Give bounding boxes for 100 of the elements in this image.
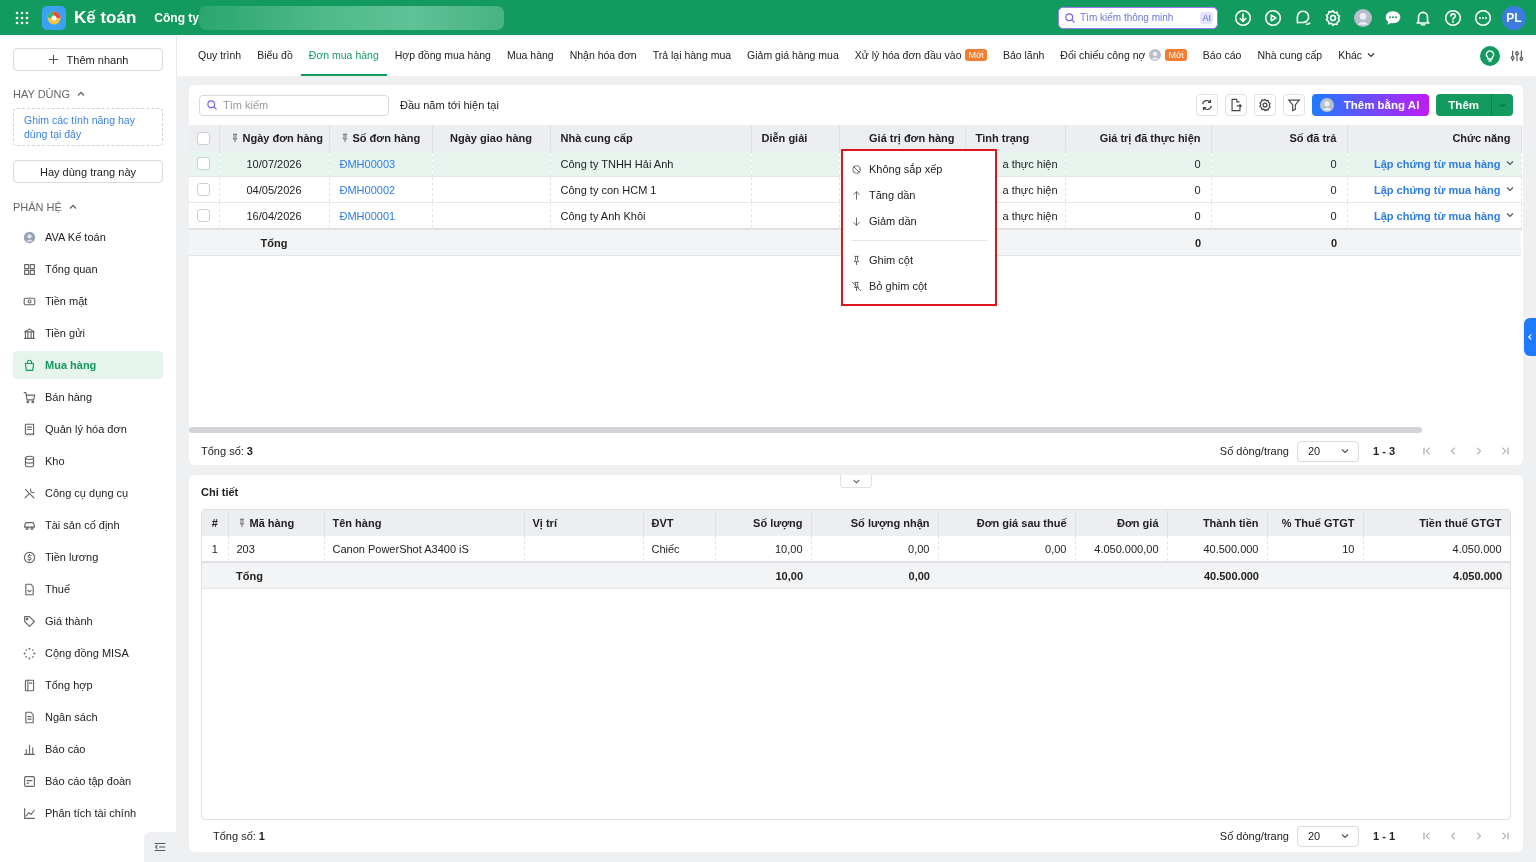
tab[interactable]: Mua hàng xyxy=(498,35,562,76)
create-voucher-link[interactable]: Lập chứng từ mua hàng xyxy=(1373,209,1501,222)
add-with-ai-button[interactable]: Thêm bằng AI xyxy=(1311,94,1430,116)
page-size-label: Số dòng/trang xyxy=(1219,445,1289,457)
first-page-icon[interactable] xyxy=(1421,445,1433,457)
nav-item[interactable]: Quản lý hóa đơn xyxy=(13,415,163,443)
message-icon[interactable] xyxy=(1384,8,1402,27)
order-status: a thực hiện xyxy=(1002,157,1058,170)
menu-item[interactable]: Tăng dần xyxy=(851,182,987,208)
expand-panel-button[interactable] xyxy=(1524,318,1536,356)
total-label: Tổng xyxy=(236,569,263,582)
search-field[interactable]: Tìm kiếm xyxy=(199,94,389,116)
settings-button[interactable] xyxy=(1253,94,1276,116)
tab[interactable]: Giảm giá hàng mua xyxy=(739,35,847,76)
collapse-icon[interactable] xyxy=(76,89,87,99)
first-page-icon[interactable] xyxy=(1421,830,1433,842)
collapse-icon[interactable] xyxy=(67,202,78,212)
tools-icon xyxy=(23,486,36,500)
apps-grid-icon[interactable] xyxy=(14,9,30,26)
receipt-icon xyxy=(23,422,36,436)
last-page-icon[interactable] xyxy=(1499,445,1511,457)
tab[interactable]: Nhà cung cấp xyxy=(1249,35,1331,76)
tab[interactable]: Đối chiếu công nợ Mới xyxy=(1052,35,1195,76)
row-checkbox[interactable] xyxy=(197,183,211,197)
page-size-select[interactable]: 20 xyxy=(1297,440,1359,462)
download-icon[interactable] xyxy=(1234,8,1252,27)
collapse-detail-button[interactable] xyxy=(840,475,872,488)
nav-item[interactable]: Tài sản cố định xyxy=(13,511,163,539)
search-icon xyxy=(1064,11,1076,24)
tab[interactable]: Nhận hóa đơn xyxy=(561,35,645,76)
tab[interactable]: Khác xyxy=(1330,35,1385,76)
vat-amount: 4.050.000 xyxy=(1452,542,1502,555)
avatar-icon[interactable] xyxy=(1354,8,1372,27)
refresh-button[interactable] xyxy=(1195,94,1218,116)
nav-item[interactable]: Cộng đồng MISA xyxy=(13,639,163,667)
item-code: 203 xyxy=(236,542,255,555)
menu-item[interactable]: Ghim cột xyxy=(851,247,987,273)
collapse-sidebar-button[interactable] xyxy=(144,832,176,862)
column-header[interactable]: Nhà cung cấp xyxy=(560,132,633,144)
add-button[interactable]: Thêm xyxy=(1436,94,1491,116)
vat-rate: 10 xyxy=(1342,542,1355,555)
sliders-icon[interactable] xyxy=(1510,48,1524,63)
chat-icon[interactable] xyxy=(1294,8,1312,27)
column-header[interactable]: Tên hàng xyxy=(332,517,382,529)
order-number-link[interactable]: ĐMH00002 xyxy=(339,183,396,196)
tab[interactable]: Bảo lãnh xyxy=(994,35,1053,76)
book-icon xyxy=(23,678,36,692)
nav-item[interactable]: Báo cáo tập đoàn xyxy=(13,767,163,795)
row-checkbox[interactable] xyxy=(197,157,211,171)
nav-item[interactable]: Thuế xyxy=(13,575,163,603)
nav-item[interactable]: Tổng quan xyxy=(13,255,163,283)
menu-item[interactable]: Giảm dần xyxy=(851,208,987,234)
amount: 40.500.000 xyxy=(1203,542,1259,555)
export-button[interactable] xyxy=(1224,94,1247,116)
nav-item[interactable]: Kho xyxy=(13,447,163,475)
row-checkbox[interactable] xyxy=(197,209,211,223)
column-header[interactable]: Vị trí xyxy=(532,517,557,529)
play-icon[interactable] xyxy=(1264,8,1282,27)
help-icon[interactable] xyxy=(1444,8,1462,27)
nav-item[interactable]: Bán hàng xyxy=(13,383,163,411)
lightbulb-icon[interactable] xyxy=(1480,45,1500,66)
tab[interactable]: Trả lại hàng mua xyxy=(644,35,740,76)
scrollbar-thumb[interactable] xyxy=(189,427,1422,433)
nav-item[interactable]: Tiền gửi xyxy=(13,319,163,347)
menu-item[interactable]: Không sắp xếp xyxy=(851,156,987,182)
period-filter[interactable]: Đầu năm tới hiện tại xyxy=(400,99,499,111)
nav-item[interactable]: Phân tích tài chính xyxy=(13,799,163,827)
item-name: Canon PowerShot A3400 iS xyxy=(332,542,469,555)
nav-item[interactable]: Giá thành xyxy=(13,607,163,635)
nav-item[interactable]: Tổng hợp xyxy=(13,671,163,699)
quantity: 10,00 xyxy=(774,542,803,555)
pin-page-button[interactable]: Hay dùng trang này xyxy=(13,160,163,183)
nav-item[interactable]: Báo cáo xyxy=(13,735,163,763)
nav-item[interactable]: AVA Kế toán xyxy=(13,223,163,251)
tab[interactable]: Hợp đồng mua hàng xyxy=(386,35,499,76)
tab[interactable]: Quy trình xyxy=(190,35,250,76)
column-header[interactable]: Chức năng xyxy=(1452,132,1511,144)
tab[interactable]: Biểu đồ xyxy=(249,35,301,76)
nav-item[interactable]: Tiền lương xyxy=(13,543,163,571)
filter-button[interactable] xyxy=(1282,94,1305,116)
select-all-checkbox[interactable] xyxy=(197,131,211,145)
nav-item[interactable]: Tiền mặt xyxy=(13,287,163,315)
page-size-select[interactable]: 20 xyxy=(1297,825,1359,847)
column-header[interactable]: ĐVT xyxy=(651,517,674,529)
settings-icon[interactable] xyxy=(1324,8,1342,27)
bar-chart-icon xyxy=(23,742,36,756)
more-icon[interactable] xyxy=(1474,8,1492,27)
order-number-link[interactable]: ĐMH00001 xyxy=(339,209,396,222)
create-voucher-link[interactable]: Lập chứng từ mua hàng xyxy=(1373,183,1501,196)
user-avatar[interactable]: PL xyxy=(1502,5,1526,30)
tab[interactable]: Đơn mua hàng xyxy=(300,35,387,76)
column-header[interactable]: # xyxy=(211,517,218,529)
menu-item[interactable]: Bỏ ghim cột xyxy=(851,273,987,299)
tab[interactable]: Báo cáo xyxy=(1194,35,1250,76)
tab[interactable]: Xử lý hóa đơn đầu vào Mới xyxy=(846,35,995,76)
nav-item[interactable]: Công cụ dụng cụ xyxy=(13,479,163,507)
last-page-icon[interactable] xyxy=(1499,830,1511,842)
nav-item[interactable]: Ngân sách xyxy=(13,703,163,731)
quick-add-button[interactable]: Thêm nhanh xyxy=(13,48,163,71)
column-header[interactable]: Số đã trả xyxy=(1289,132,1337,144)
